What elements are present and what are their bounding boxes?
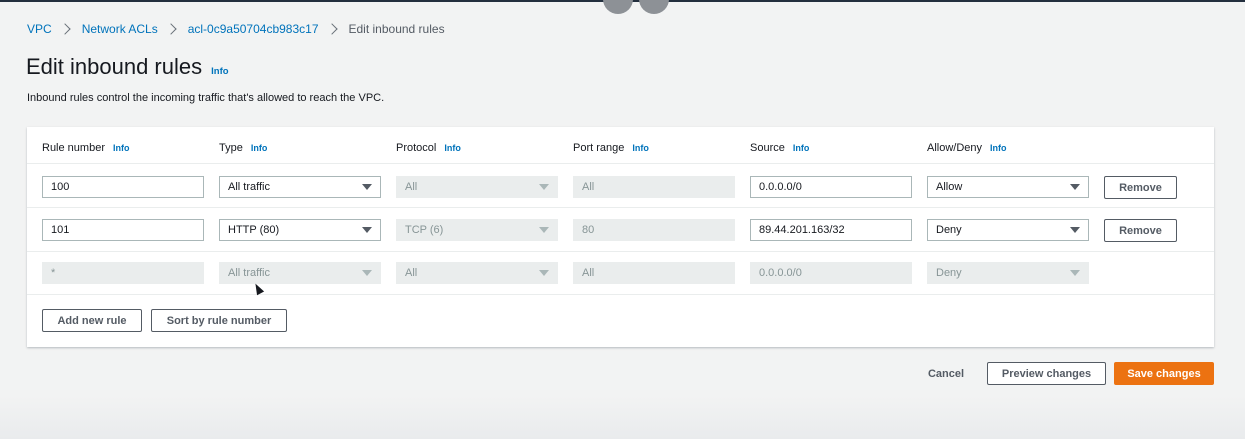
- caret-down-icon: [1070, 270, 1080, 276]
- remove-rule-button[interactable]: Remove: [1104, 176, 1177, 199]
- save-changes-button[interactable]: Save changes: [1114, 362, 1214, 385]
- select-value: Deny: [936, 267, 962, 279]
- info-link[interactable]: Info: [251, 143, 268, 153]
- chevron-right-icon: [59, 23, 71, 35]
- select-value: TCP (6): [405, 224, 444, 236]
- column-label: Protocol: [396, 142, 437, 154]
- default-rule-row: * All traffic All All 0.0.0.0/0 Deny: [27, 252, 1214, 295]
- inbound-rules-panel: Rule number Info Type Info Protocol Info Po…: [27, 127, 1214, 347]
- column-label: Rule number: [42, 142, 105, 154]
- port-range-input: 80: [573, 219, 735, 241]
- column-header-port-range: Port range Info: [573, 142, 649, 154]
- allow-deny-select[interactable]: Deny: [927, 219, 1089, 241]
- rule-number-input[interactable]: 100: [42, 176, 204, 198]
- breadcrumb: VPC Network ACLs acl-0c9a50704cb983c17 E…: [27, 22, 445, 36]
- title-info-link[interactable]: Info: [211, 66, 228, 77]
- port-range-input: All: [573, 262, 735, 284]
- chevron-right-icon: [325, 23, 338, 35]
- port-range-input: All: [573, 176, 735, 198]
- info-link[interactable]: Info: [990, 143, 1007, 153]
- page-title: Edit inbound rules Info: [26, 54, 229, 80]
- select-value: All traffic: [228, 181, 270, 193]
- info-link[interactable]: Info: [444, 143, 461, 153]
- protocol-select: TCP (6): [396, 219, 558, 241]
- select-value: Allow: [936, 181, 963, 193]
- column-header-allow-deny: Allow/Deny Info: [927, 142, 1007, 154]
- column-label: Port range: [573, 142, 625, 154]
- type-select: All traffic: [219, 262, 381, 284]
- column-header-rule-number: Rule number Info: [42, 142, 129, 154]
- page-title-text: Edit inbound rules: [26, 54, 203, 79]
- info-link[interactable]: Info: [632, 143, 649, 153]
- info-link[interactable]: Info: [793, 143, 810, 153]
- column-header-protocol: Protocol Info: [396, 142, 461, 154]
- caret-down-icon: [539, 184, 549, 190]
- caret-down-icon: [1070, 227, 1080, 233]
- column-header-type: Type Info: [219, 142, 267, 154]
- caret-down-icon: [362, 270, 372, 276]
- chevron-right-icon: [165, 23, 177, 35]
- cancel-button[interactable]: Cancel: [916, 362, 976, 385]
- type-select[interactable]: HTTP (80): [219, 219, 381, 241]
- breadcrumb-vpc[interactable]: VPC: [27, 22, 52, 36]
- protocol-select: All: [396, 262, 558, 284]
- source-input[interactable]: 0.0.0.0/0: [750, 176, 912, 198]
- breadcrumb-current: Edit inbound rules: [348, 22, 445, 36]
- protocol-select: All: [396, 176, 558, 198]
- rule-number-input[interactable]: 101: [42, 219, 204, 241]
- allow-deny-select: Deny: [927, 262, 1089, 284]
- floating-tool-button[interactable]: [639, 0, 669, 14]
- page-description: Inbound rules control the incoming traff…: [27, 92, 385, 104]
- column-header-source: Source Info: [750, 142, 809, 154]
- source-input[interactable]: 89.44.201.163/32: [750, 219, 912, 241]
- select-value: All traffic: [228, 267, 270, 279]
- source-input: 0.0.0.0/0: [750, 262, 912, 284]
- breadcrumb-acl-id[interactable]: acl-0c9a50704cb983c17: [188, 22, 319, 36]
- info-link[interactable]: Info: [113, 143, 130, 153]
- rule-number-input: *: [42, 262, 204, 284]
- table-header: Rule number Info Type Info Protocol Info Po…: [27, 127, 1214, 164]
- table-row: 101 HTTP (80) TCP (6) 80 89.44.201.163/3…: [27, 208, 1214, 252]
- select-value: Deny: [936, 224, 962, 236]
- sort-by-rule-number-button[interactable]: Sort by rule number: [151, 309, 287, 332]
- add-new-rule-button[interactable]: Add new rule: [42, 309, 142, 332]
- allow-deny-select[interactable]: Allow: [927, 176, 1089, 198]
- column-label: Allow/Deny: [927, 142, 983, 154]
- preview-changes-button[interactable]: Preview changes: [987, 362, 1106, 385]
- column-label: Type: [219, 142, 243, 154]
- select-value: All: [405, 267, 418, 279]
- page-footer-band: [0, 396, 1245, 439]
- select-value: HTTP (80): [228, 224, 280, 236]
- table-row: 100 All traffic All All 0.0.0.0/0 Allow …: [27, 164, 1214, 208]
- floating-tool-button[interactable]: [603, 0, 633, 14]
- column-label: Source: [750, 142, 785, 154]
- breadcrumb-network-acls[interactable]: Network ACLs: [82, 22, 158, 36]
- caret-down-icon: [1070, 184, 1080, 190]
- select-value: All: [405, 181, 418, 193]
- remove-rule-button[interactable]: Remove: [1104, 219, 1177, 242]
- caret-down-icon: [539, 227, 549, 233]
- caret-down-icon: [362, 184, 372, 190]
- type-select[interactable]: All traffic: [219, 176, 381, 198]
- caret-down-icon: [362, 227, 372, 233]
- caret-down-icon: [539, 270, 549, 276]
